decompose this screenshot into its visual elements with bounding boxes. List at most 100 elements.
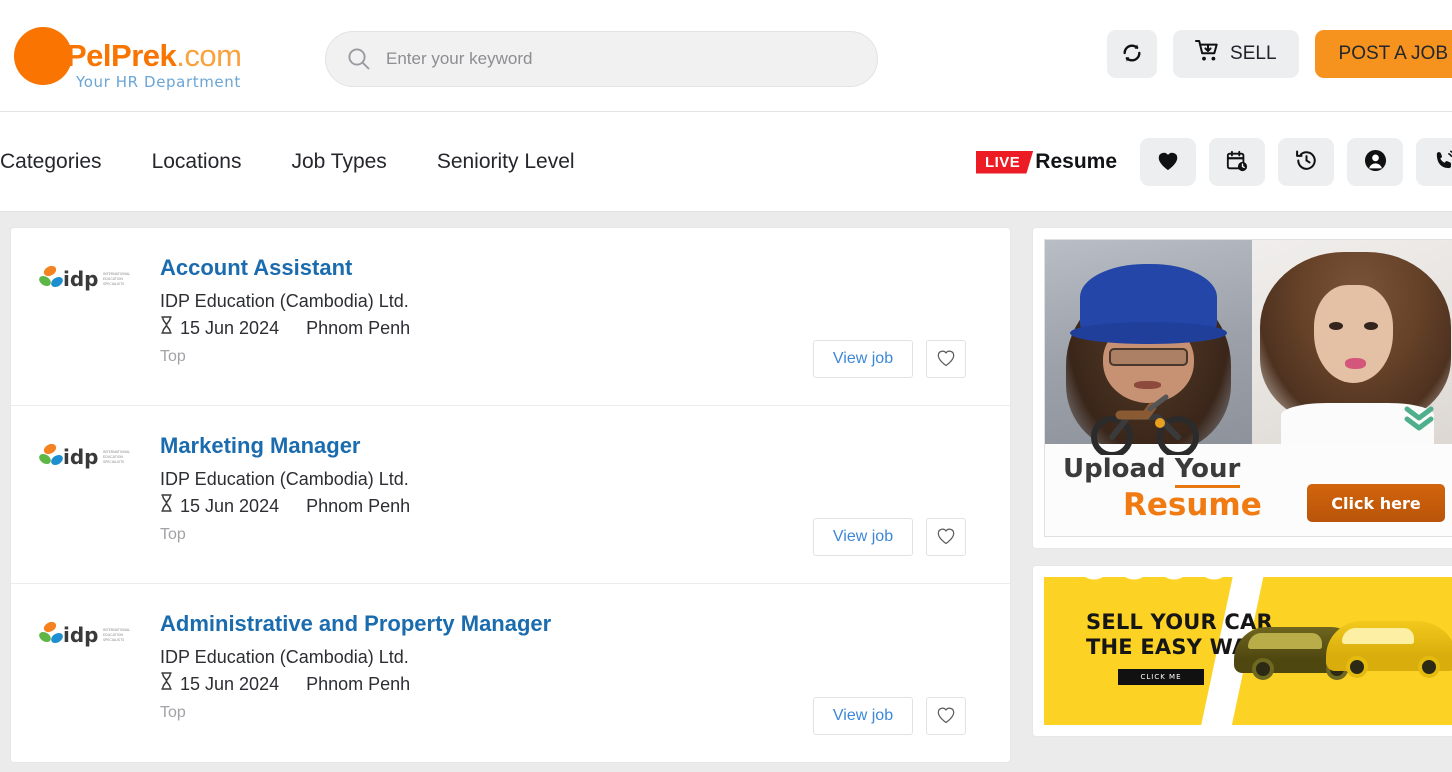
history-clock-icon <box>1295 149 1318 175</box>
live-badge: LIVE <box>975 150 1034 174</box>
resume-ad-line1-b: Your <box>1174 454 1241 488</box>
job-company: IDP Education (Cambodia) Ltd. <box>160 469 409 489</box>
heart-outline-icon <box>936 527 956 548</box>
header-actions: SELL POST A JOB <box>1107 30 1452 78</box>
heart-outline-icon <box>936 706 956 727</box>
heart-outline-icon <box>936 349 956 370</box>
svg-text:idp: idp <box>63 267 99 291</box>
car-ad-cta-button[interactable]: CLICK ME <box>1118 669 1204 685</box>
job-title-link[interactable]: Account Assistant <box>160 254 352 282</box>
svg-text:INTERNATIONAL: INTERNATIONAL <box>103 450 130 454</box>
svg-text:SPECIALISTS: SPECIALISTS <box>103 282 124 286</box>
history-button[interactable] <box>1278 138 1334 186</box>
double-chevron-down-icon <box>1402 406 1436 437</box>
job-date: 15 Jun 2024 <box>180 318 280 338</box>
user-account-icon <box>1364 149 1387 175</box>
logo-tagline: Your HR Department <box>76 73 241 91</box>
hourglass-icon <box>160 672 173 696</box>
job-title-link[interactable]: Marketing Manager <box>160 432 361 460</box>
table-row: idp INTERNATIONAL EDUCATION SPECIALISTS … <box>11 406 1010 584</box>
view-job-button[interactable]: View job <box>813 340 913 378</box>
job-list-card: idp INTERNATIONAL EDUCATION SPECIALISTS … <box>10 227 1011 763</box>
motorcycle-illustration <box>1090 385 1202 458</box>
car-ad-line1: SELL YOUR CAR <box>1086 610 1273 634</box>
search-bar[interactable] <box>325 31 878 87</box>
search-input[interactable] <box>386 49 877 69</box>
resume-ad-line1: Upload Your <box>1063 454 1452 488</box>
company-logo-idp: idp INTERNATIONAL EDUCATION SPECIALISTS <box>37 442 141 472</box>
car-ad-scallop-decoration <box>1074 577 1234 591</box>
svg-text:INTERNATIONAL: INTERNATIONAL <box>103 628 130 632</box>
nav-item-locations[interactable]: Locations <box>127 150 267 174</box>
svg-text:SPECIALISTS: SPECIALISTS <box>103 638 124 642</box>
resume-ad-line1-a: Upload <box>1063 454 1175 484</box>
contact-button[interactable] <box>1416 138 1452 186</box>
job-meta: 15 Jun 2024 Phnom Penh <box>160 316 1010 340</box>
logo-circle-icon <box>14 27 72 85</box>
refresh-icon <box>1121 42 1143 67</box>
job-actions: View job <box>813 697 966 735</box>
favorite-job-button[interactable] <box>926 518 966 556</box>
refresh-button[interactable] <box>1107 30 1158 78</box>
nav-right-actions: LIVE Resume <box>975 112 1452 212</box>
logo-name-main: PelPrek <box>66 38 177 73</box>
svg-text:SPECIALISTS: SPECIALISTS <box>103 460 124 464</box>
favorites-button[interactable] <box>1140 138 1196 186</box>
account-button[interactable] <box>1347 138 1403 186</box>
nav-item-categories[interactable]: Categories <box>0 150 127 174</box>
sell-button[interactable]: SELL <box>1173 30 1299 78</box>
svg-text:INTERNATIONAL: INTERNATIONAL <box>103 272 130 276</box>
scroll-down-indicator[interactable] <box>1402 403 1436 438</box>
svg-text:idp: idp <box>63 623 99 647</box>
top-header: PelPrek.com Your HR Department Enter you… <box>0 0 1452 112</box>
job-actions: View job <box>813 340 966 378</box>
nav-links: Categories Locations Job Types Seniority… <box>0 112 600 212</box>
svg-text:EDUCATION: EDUCATION <box>103 277 123 281</box>
svg-text:EDUCATION: EDUCATION <box>103 633 123 637</box>
site-logo[interactable]: PelPrek.com Your HR Department <box>14 20 314 92</box>
sell-button-label: SELL <box>1230 43 1277 64</box>
job-location: Phnom Penh <box>306 496 411 516</box>
table-row: idp INTERNATIONAL EDUCATION SPECIALISTS … <box>11 228 1010 406</box>
calendar-clock-icon <box>1226 150 1248 175</box>
resume-ad-cta-button[interactable]: Click here <box>1307 484 1445 522</box>
svg-text:EDUCATION: EDUCATION <box>103 455 123 459</box>
favorite-job-button[interactable] <box>926 697 966 735</box>
heart-icon <box>1157 151 1179 174</box>
schedule-button[interactable] <box>1209 138 1265 186</box>
hourglass-icon <box>160 316 173 340</box>
logo-name-tld: .com <box>176 38 242 73</box>
job-actions: View job <box>813 518 966 556</box>
favorite-job-button[interactable] <box>926 340 966 378</box>
nav-item-job-types[interactable]: Job Types <box>266 150 411 174</box>
nav-item-seniority-level[interactable]: Seniority Level <box>412 150 600 174</box>
car-ad-card[interactable]: SELL YOUR CAR THE EASY WAY CLICK ME <box>1032 394 1452 737</box>
phone-ring-icon <box>1433 149 1452 175</box>
job-meta: 15 Jun 2024 Phnom Penh <box>160 672 1010 696</box>
post-a-job-button[interactable]: POST A JOB <box>1314 30 1452 78</box>
view-job-button[interactable]: View job <box>813 518 913 556</box>
view-job-button[interactable]: View job <box>813 697 913 735</box>
job-location: Phnom Penh <box>306 674 411 694</box>
job-meta: 15 Jun 2024 Phnom Penh <box>160 494 1010 518</box>
hourglass-icon <box>160 494 173 518</box>
job-company: IDP Education (Cambodia) Ltd. <box>160 647 409 667</box>
job-date: 15 Jun 2024 <box>180 674 280 694</box>
job-title-link[interactable]: Administrative and Property Manager <box>160 610 551 638</box>
job-company: IDP Education (Cambodia) Ltd. <box>160 291 409 311</box>
company-logo-idp: idp INTERNATIONAL EDUCATION SPECIALISTS <box>37 264 141 294</box>
table-row: idp INTERNATIONAL EDUCATION SPECIALISTS … <box>11 584 1010 762</box>
car-ad-banner: SELL YOUR CAR THE EASY WAY CLICK ME <box>1044 577 1452 725</box>
resume-ad-caption: Upload Your Resume Click here <box>1045 444 1452 536</box>
job-date: 15 Jun 2024 <box>180 496 280 516</box>
logo-wordmark: PelPrek.com <box>66 38 242 74</box>
main-navbar: Categories Locations Job Types Seniority… <box>0 112 1452 212</box>
search-icon <box>346 46 372 72</box>
sidebar: Upload Your Resume Click here SELL YOUR … <box>1032 227 1452 753</box>
live-resume-label: Resume <box>1035 150 1117 173</box>
car-illustration-yellow <box>1326 621 1452 678</box>
svg-text:idp: idp <box>63 445 99 469</box>
live-resume-link[interactable]: LIVE Resume <box>975 150 1117 174</box>
shopping-cart-download-icon <box>1195 39 1221 69</box>
company-logo-idp: idp INTERNATIONAL EDUCATION SPECIALISTS <box>37 620 141 650</box>
